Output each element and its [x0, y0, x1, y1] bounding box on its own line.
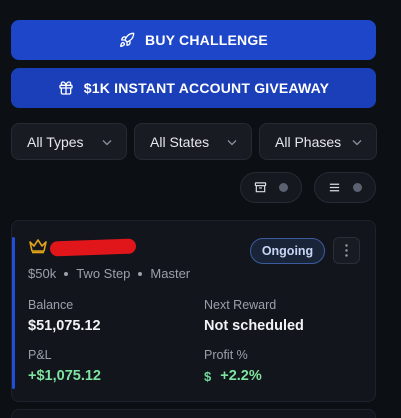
gift-icon	[59, 81, 73, 95]
crown-icon	[29, 239, 47, 254]
rocket-icon	[120, 32, 135, 47]
list-view-toggle[interactable]	[314, 172, 376, 203]
list-icon	[329, 183, 340, 192]
filter-states-value: All States	[150, 133, 210, 150]
profit-value: +2.2%	[220, 368, 262, 384]
archive-toggle[interactable]	[240, 172, 302, 203]
balance-value: $51,075.12	[28, 318, 101, 334]
meta-separator	[138, 271, 143, 276]
profit-row: $ +2.2%	[204, 368, 262, 384]
next-reward-label: Next Reward	[204, 298, 277, 312]
redacted-account-id	[49, 238, 137, 257]
profit-label: Profit %	[204, 348, 248, 362]
giveaway-label: $1K INSTANT ACCOUNT GIVEAWAY	[83, 80, 330, 96]
dollar-icon: $	[204, 368, 212, 384]
meta-separator	[64, 271, 69, 276]
buy-challenge-label: BUY CHALLENGE	[145, 32, 268, 48]
chevron-down-icon	[227, 139, 237, 145]
account-meta: $50k Two Step Master	[28, 266, 190, 281]
toggle-indicator	[353, 183, 362, 192]
filter-phases-select[interactable]: All Phases	[259, 123, 377, 160]
more-vertical-icon	[345, 244, 348, 257]
card-accent-bar	[12, 237, 15, 389]
account-card[interactable]: Ongoing $50k Two Step Master Balance $51…	[11, 220, 376, 402]
status-badge: Ongoing	[250, 238, 325, 264]
balance-label: Balance	[28, 298, 74, 312]
next-reward-value: Not scheduled	[204, 318, 304, 334]
account-program: Two Step	[76, 266, 131, 281]
filter-types-value: All Types	[27, 133, 84, 150]
toggle-indicator	[279, 183, 288, 192]
pnl-label: P&L	[28, 348, 52, 362]
account-phase: Master	[150, 266, 191, 281]
filter-types-select[interactable]: All Types	[11, 123, 127, 160]
chevron-down-icon	[352, 139, 362, 145]
giveaway-button[interactable]: $1K INSTANT ACCOUNT GIVEAWAY	[11, 68, 376, 108]
pnl-value: +$1,075.12	[28, 368, 101, 384]
next-account-card[interactable]	[11, 409, 376, 418]
filter-phases-value: All Phases	[275, 133, 342, 150]
buy-challenge-button[interactable]: BUY CHALLENGE	[11, 20, 376, 60]
chevron-down-icon	[102, 139, 112, 145]
account-size: $50k	[28, 266, 57, 281]
more-options-button[interactable]	[333, 237, 360, 264]
archive-icon	[254, 182, 267, 193]
filter-states-select[interactable]: All States	[134, 123, 252, 160]
